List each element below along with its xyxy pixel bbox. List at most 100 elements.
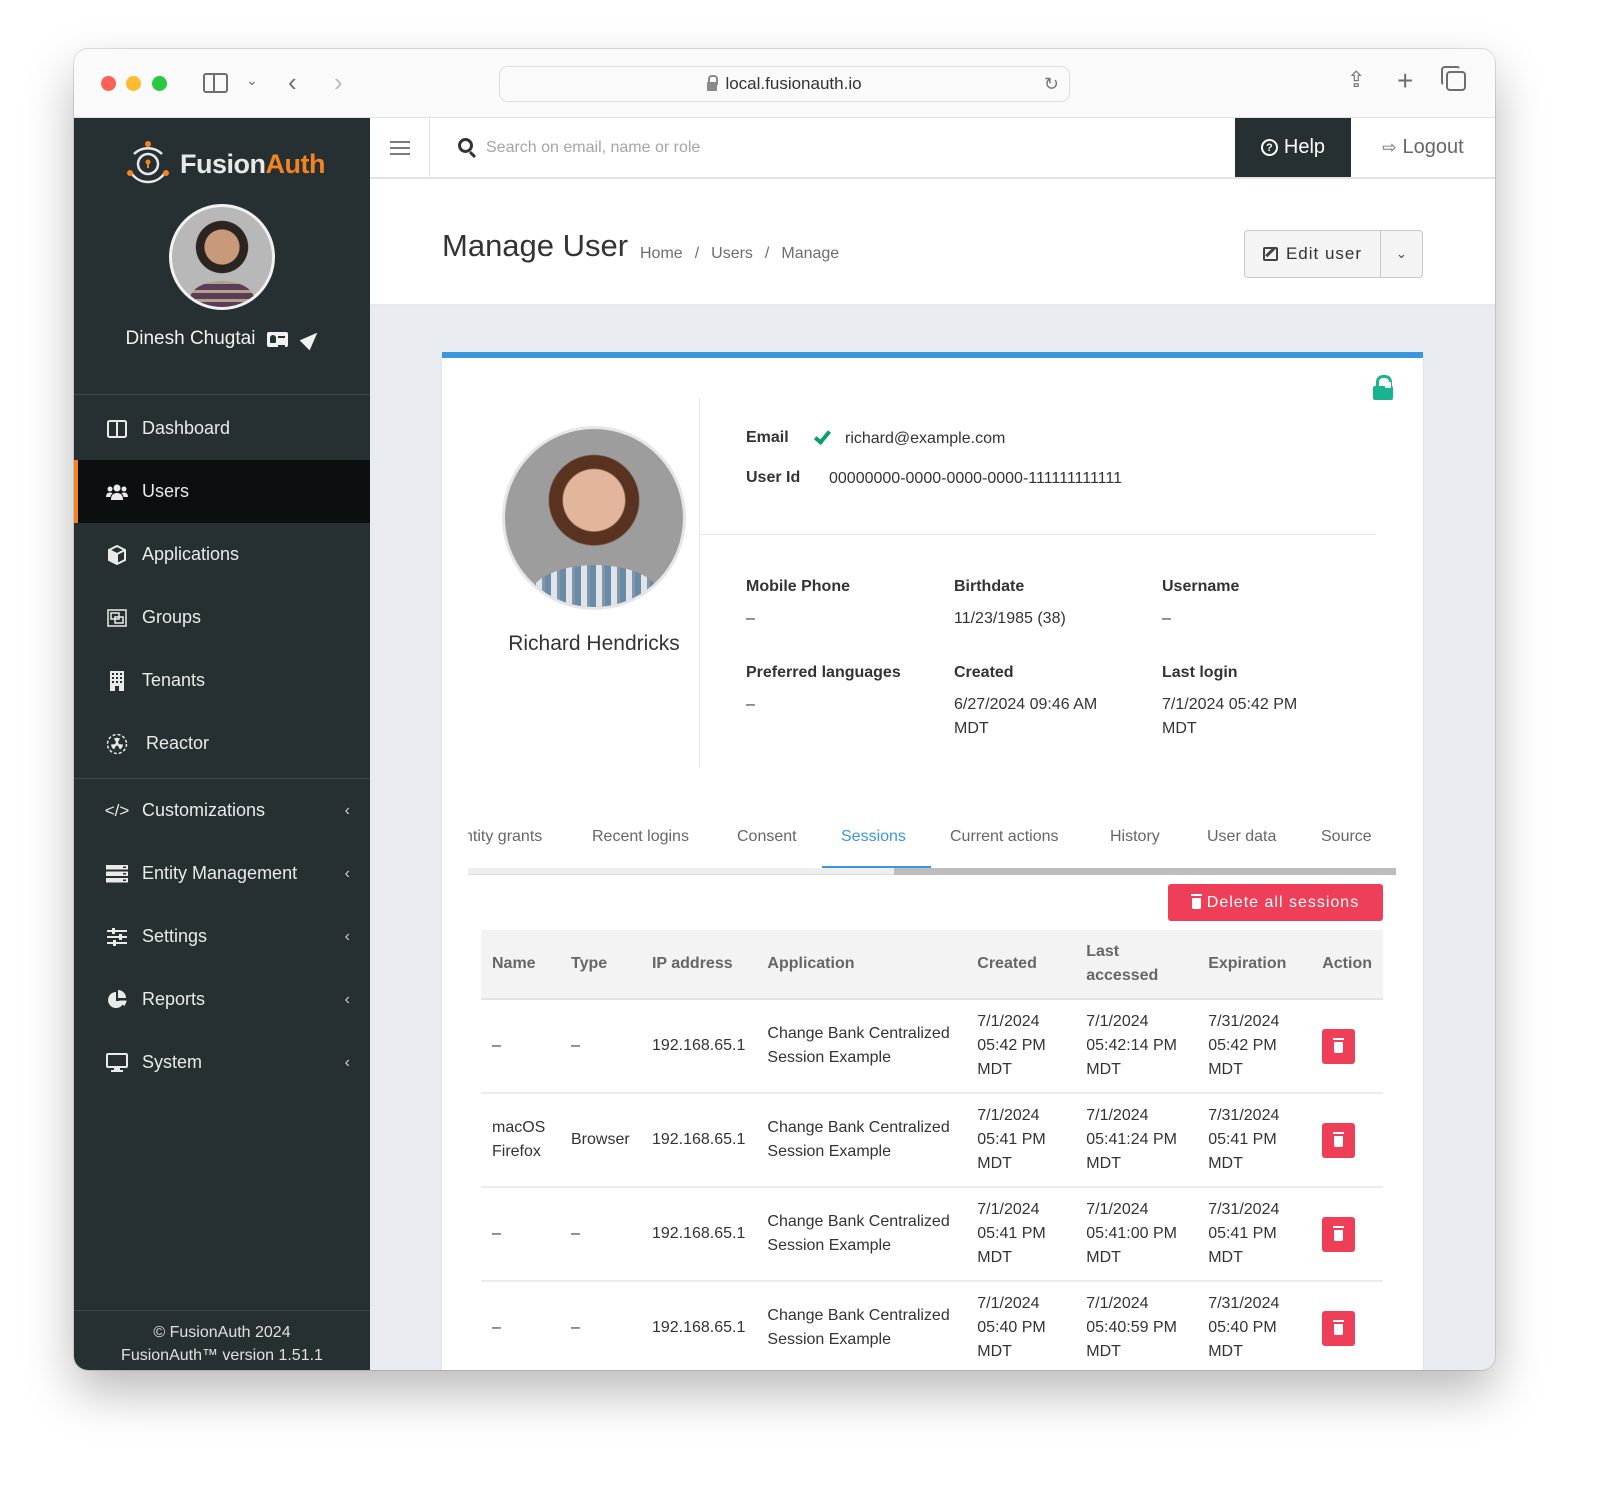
url-text: local.fusionauth.io (725, 74, 862, 93)
sidebar-item-label: Settings (142, 926, 208, 946)
lock-icon (707, 74, 719, 91)
sidebar-item-label: Tenants (142, 670, 206, 690)
sidebar-item-label: Reports (142, 989, 206, 1009)
zoom-window-button[interactable] (152, 76, 167, 91)
chevron-down-icon[interactable]: ⌄ (246, 73, 258, 87)
share-icon[interactable]: ⇪ (1347, 69, 1365, 91)
delete-all-sessions-label: Delete all sessions (1206, 893, 1360, 911)
question-circle-icon: ? (1260, 139, 1278, 156)
edit-user-button[interactable]: Edit user (1245, 231, 1381, 277)
delete-session-button[interactable] (1322, 1122, 1356, 1158)
tabs-scrollbar-thumb[interactable] (894, 868, 1396, 875)
user-full-name: Richard Hendricks (508, 632, 680, 655)
session-name: macOS Firefox (481, 1093, 560, 1188)
user-avatar (502, 426, 686, 610)
session-row: – – 192.168.65.1 Change Bank Centralized… (481, 1281, 1383, 1370)
field-label: Last login (1162, 664, 1238, 681)
help-label: Help (1283, 136, 1326, 158)
breadcrumb-home[interactable]: Home (640, 245, 683, 263)
new-tab-icon[interactable]: + (1397, 67, 1413, 95)
chevron-left-icon: ‹ (344, 1053, 350, 1071)
location-arrow-icon[interactable] (300, 327, 323, 351)
logout-button[interactable]: ⇨ Logout (1351, 118, 1495, 177)
sidebar-item-groups[interactable]: Groups (74, 586, 370, 649)
session-created: 7/1/2024 05:41 PM MDT (966, 1093, 1076, 1188)
chevron-left-icon: ‹ (344, 864, 350, 882)
menu-icon (389, 140, 410, 155)
sidebar-item-label: Dashboard (142, 418, 231, 438)
minimize-window-button[interactable] (126, 76, 141, 91)
fusionauth-logo[interactable]: FusionAuth (124, 139, 325, 189)
address-bar[interactable]: local.fusionauth.io ↻ (499, 66, 1070, 102)
sidebar-toggle-icon[interactable] (203, 73, 228, 93)
horizontal-divider (700, 534, 1376, 535)
tab-overview-icon[interactable] (1441, 66, 1466, 91)
sliders-icon (106, 926, 128, 948)
breadcrumb-separator: / (764, 245, 770, 262)
delete-session-button[interactable] (1322, 1310, 1356, 1346)
sidebar-item-tenants[interactable]: Tenants (74, 649, 370, 712)
breadcrumb-users[interactable]: Users (711, 245, 753, 263)
tab-consent[interactable]: Consent (737, 828, 797, 846)
forward-icon[interactable]: › (334, 69, 343, 95)
session-last-accessed: 7/1/2024 05:41:24 PM MDT (1075, 1093, 1198, 1188)
sidebar-item-settings[interactable]: Settings ‹ (74, 905, 370, 968)
user-id-label: User Id (746, 469, 801, 486)
sidebar-item-reactor[interactable]: Reactor (74, 712, 370, 775)
tab-entity-grants[interactable]: ntity grants (468, 828, 542, 846)
tab-recent-logins[interactable]: Recent logins (592, 828, 689, 846)
sidebar-item-system[interactable]: System ‹ (74, 1031, 370, 1094)
delete-session-button[interactable] (1322, 1216, 1356, 1252)
object-group-icon (106, 607, 128, 629)
version-text: FusionAuth™ version 1.51.1 (121, 1347, 323, 1364)
search-input[interactable] (486, 133, 1186, 163)
users-icon (106, 481, 128, 503)
edit-user-dropdown-toggle[interactable]: ⌄ (1381, 231, 1422, 277)
session-action (1311, 1093, 1383, 1188)
sidebar-item-applications[interactable]: Applications (74, 523, 370, 586)
table-header-row: Name Type IP address Application Created… (481, 930, 1383, 1000)
tab-sessions[interactable]: Sessions (841, 828, 906, 846)
desktop-icon (106, 1052, 128, 1074)
trash-icon (1190, 894, 1202, 909)
tab-user-data[interactable]: User data (1207, 828, 1276, 846)
trash-icon (1333, 1037, 1345, 1053)
delete-all-sessions-button[interactable]: Delete all sessions (1168, 884, 1383, 921)
trash-icon (1333, 1131, 1345, 1147)
chevron-left-icon: ‹ (344, 990, 350, 1008)
close-window-button[interactable] (101, 76, 116, 91)
column-header: Application (756, 930, 967, 1000)
column-header: Created (966, 930, 1076, 1000)
tab-source[interactable]: Source (1321, 828, 1372, 846)
field-value: – (1162, 610, 1171, 627)
logo-text-auth: Auth (265, 148, 326, 179)
session-action (1311, 1187, 1383, 1282)
session-type: Browser (559, 1093, 641, 1188)
current-user-avatar[interactable] (169, 204, 275, 310)
tab-current-actions[interactable]: Current actions (950, 828, 1059, 846)
reload-icon[interactable]: ↻ (1044, 74, 1059, 95)
sidebar-item-users[interactable]: Users (74, 460, 370, 523)
session-row: macOS Firefox Browser 192.168.65.1 Chang… (481, 1093, 1383, 1188)
session-name: – (481, 999, 560, 1094)
session-expiration: 7/31/2024 05:41 PM MDT (1197, 1187, 1312, 1282)
sidebar-item-reports[interactable]: Reports ‹ (74, 968, 370, 1031)
sidebar-item-entity-management[interactable]: Entity Management ‹ (74, 842, 370, 905)
session-expiration: 7/31/2024 05:42 PM MDT (1197, 999, 1312, 1094)
unlock-icon[interactable] (1373, 382, 1393, 400)
current-user-name: Dinesh Chugtai (125, 328, 256, 349)
tab-history[interactable]: History (1110, 828, 1160, 846)
page-title: Manage User (442, 228, 629, 263)
sidebar-item-dashboard[interactable]: Dashboard (74, 397, 370, 460)
sidebar-item-label: Customizations (142, 800, 266, 820)
back-icon[interactable]: ‹ (288, 69, 297, 95)
delete-session-button[interactable] (1322, 1028, 1356, 1064)
sidebar-item-customizations[interactable]: </> Customizations ‹ (74, 779, 370, 842)
menu-toggle-button[interactable] (370, 118, 430, 177)
id-card-icon[interactable] (267, 331, 289, 347)
help-button[interactable]: ? Help (1235, 118, 1351, 177)
session-type: – (559, 1281, 641, 1370)
sign-out-icon: ⇨ (1382, 137, 1397, 157)
session-expiration: 7/31/2024 05:41 PM MDT (1197, 1093, 1312, 1188)
tabs-scrollbar[interactable] (468, 868, 1396, 875)
